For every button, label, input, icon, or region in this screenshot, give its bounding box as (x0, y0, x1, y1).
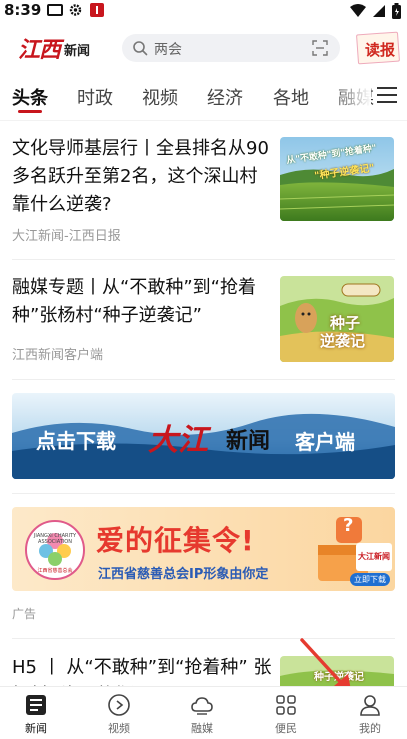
nav-item-news[interactable]: 新闻 (6, 693, 66, 736)
news-icon (26, 695, 46, 715)
nav-label: 视频 (108, 722, 130, 735)
photo-app-icon (47, 4, 63, 16)
news-title[interactable]: H5 丨 从“不敢种”到“抢着种” 张杨村“种子逆袭记” (12, 654, 274, 686)
ad-subline: 江西省慈善总会IP形象由你定 (98, 567, 269, 582)
nav-item-media[interactable]: 融媒 (172, 693, 232, 736)
download-app-banner[interactable]: 点击下载 大江 新闻 客户端 (12, 393, 395, 479)
charity-logo-text: JIANGXI CHARITY ASSOCIATION (33, 533, 77, 545)
gear-icon (69, 4, 82, 16)
promo-label: 读报 (365, 41, 396, 59)
banner-text-left: 点击下载 (36, 429, 116, 453)
app-notification-icon (90, 3, 104, 17)
news-thumbnail[interactable]: 从"不敢种"到"抢着种" "种子逆袭记" (280, 137, 394, 221)
mini-brand-card: 大江新闻 (356, 543, 392, 571)
app-header: 江西 新闻 两会 读报 (0, 26, 407, 70)
news-title[interactable]: 文化导师基层行丨全县排名从90多名跃升至第2名，这个深山村靠什么逆袭? (12, 135, 274, 219)
tabs-fade (331, 78, 371, 114)
banner-brand-red: 大江 (148, 423, 208, 458)
nav-item-video[interactable]: 视频 (89, 693, 149, 736)
search-input[interactable]: 两会 (122, 34, 340, 62)
tab-politics[interactable]: 时政 (77, 84, 113, 110)
banner-brand-dark: 新闻 (226, 429, 271, 454)
news-thumbnail[interactable]: 种子 逆袭记 (280, 276, 394, 362)
logo-black-text: 新闻 (64, 44, 91, 59)
menu-icon[interactable] (377, 86, 397, 104)
charity-logo-text-cn: 江西省慈善总会 (37, 568, 73, 574)
ad-label: 广告 (12, 607, 37, 621)
bottom-nav: 新闻 视频 融媒 便民 我的 (0, 686, 407, 739)
news-title[interactable]: 融媒专题丨从“不敢种”到“抢着种”张杨村“种子逆袭记” (12, 274, 274, 330)
signal-icon (373, 5, 385, 17)
battery-icon (392, 3, 401, 19)
grid-icon (276, 695, 296, 715)
tab-economy[interactable]: 经济 (207, 84, 243, 110)
app-logo[interactable]: 江西 新闻 (18, 32, 98, 64)
scan-icon[interactable] (312, 40, 328, 56)
feed-divider (12, 379, 395, 380)
tab-video[interactable]: 视频 (142, 84, 178, 110)
nav-item-profile[interactable]: 我的 (340, 693, 400, 736)
nav-label: 新闻 (25, 722, 47, 735)
status-time: 8:39 (4, 1, 42, 19)
news-source: 大江新闻-江西日报 (12, 229, 121, 244)
newspaper-promo-button[interactable]: 读报 (355, 31, 401, 65)
ad-banner[interactable]: JIANGXI CHARITY ASSOCIATION 江西省慈善总会 爱的征集… (12, 507, 395, 591)
ad-headline: 爱的征集令! (96, 524, 255, 557)
question-mark: ? (343, 515, 354, 536)
mini-brand-text: 大江新闻 (358, 552, 390, 561)
category-tabs: 头条 时政 视频 经济 各地 融媒 (0, 78, 407, 118)
search-placeholder: 两会 (154, 42, 182, 58)
banner-text-right: 客户端 (295, 430, 355, 454)
logo-red-text: 江西 (18, 37, 61, 63)
tabs-divider (0, 120, 407, 121)
play-icon (108, 694, 130, 716)
user-icon (360, 695, 380, 716)
news-source: 江西新闻客户端 (12, 348, 104, 363)
cloud-icon (191, 697, 213, 715)
news-item[interactable]: 文化导师基层行丨全县排名从90多名跃升至第2名，这个深山村靠什么逆袭? 大江新闻… (12, 135, 395, 247)
wifi-icon (350, 4, 366, 17)
search-icon (133, 41, 148, 56)
tab-local[interactable]: 各地 (273, 84, 309, 110)
feed-divider (12, 259, 395, 260)
thumb-caption-2: 逆袭记 (320, 332, 366, 350)
status-bar: 8:39 (0, 0, 407, 22)
nav-label: 便民 (275, 722, 297, 735)
nav-label: 融媒 (191, 722, 213, 735)
nav-item-services[interactable]: 便民 (256, 693, 316, 736)
news-item[interactable]: 融媒专题丨从“不敢种”到“抢着种”张杨村“种子逆袭记” 江西新闻客户端 种子 逆… (12, 274, 395, 374)
status-icons (350, 3, 401, 19)
feed-divider (12, 493, 395, 494)
active-tab-indicator (18, 110, 42, 113)
nav-label: 我的 (359, 722, 381, 735)
ad-download-button[interactable]: 立即下载 (350, 573, 390, 586)
tab-headlines[interactable]: 头条 (12, 84, 48, 110)
